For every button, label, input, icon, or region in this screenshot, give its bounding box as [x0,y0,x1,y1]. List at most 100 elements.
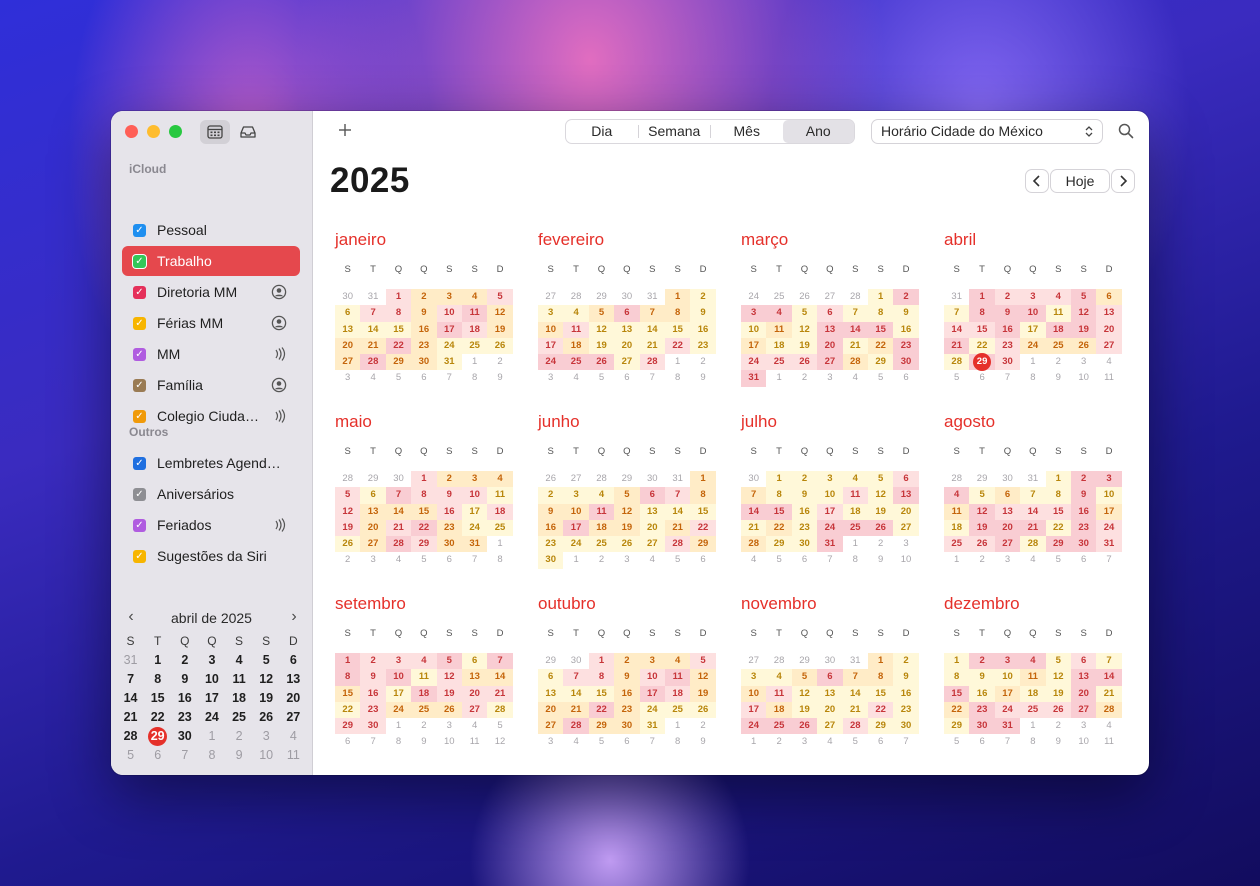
calendar-item[interactable]: ✓ Aniversários [122,479,300,509]
day-cell[interactable]: 8 [386,734,411,750]
day-cell[interactable]: 28 [741,536,767,553]
day-cell[interactable]: 23 [411,337,437,355]
day-cell[interactable]: 15 [690,503,716,520]
day-cell[interactable]: 10 [538,321,564,338]
day-cell[interactable]: 5 [665,552,690,568]
day-cell[interactable]: 31 [843,653,868,669]
day-cell[interactable]: 2 [969,552,994,568]
day-cell[interactable]: 30 [995,471,1020,487]
day-cell[interactable]: 13 [893,487,919,504]
month-title[interactable]: agosto [944,411,1129,433]
day-cell[interactable]: 9 [614,669,640,686]
day-cell[interactable]: 29 [385,354,412,371]
day-cell[interactable]: 16 [994,321,1021,338]
day-cell[interactable]: 10 [437,734,462,750]
day-cell[interactable]: 20 [1070,685,1097,702]
day-cell[interactable]: 30 [386,471,411,487]
day-cell[interactable]: 27 [893,519,919,537]
day-cell[interactable]: 2 [893,653,919,670]
day-cell[interactable]: 10 [385,669,412,686]
day-cell[interactable]: 3 [1071,718,1096,734]
day-cell[interactable]: 6 [335,305,361,322]
day-cell[interactable]: 6 [360,487,386,504]
mini-day[interactable]: 30 [171,727,198,746]
day-cell[interactable]: 21 [944,337,970,355]
zoom-button[interactable] [169,125,182,138]
day-cell[interactable]: 7 [893,734,918,750]
mini-day[interactable]: 7 [171,746,198,765]
day-cell[interactable]: 7 [640,370,665,386]
day-cell[interactable]: 10 [436,305,462,322]
day-cell[interactable]: 14 [842,685,868,702]
day-cell[interactable]: 20 [893,503,919,520]
day-cell[interactable]: 12 [791,321,818,338]
day-cell[interactable]: 9 [791,487,818,504]
day-cell[interactable]: 27 [335,354,361,371]
day-cell[interactable]: 4 [843,370,868,386]
day-cell[interactable]: 12 [436,669,462,686]
mini-day[interactable]: 5 [253,651,280,670]
day-cell[interactable]: 3 [538,305,564,322]
day-cell[interactable]: 1 [386,718,411,734]
day-cell[interactable]: 11 [1045,305,1071,322]
day-cell[interactable]: 30 [994,354,1021,371]
calendar-item[interactable]: ✓ Férias MM [122,308,300,338]
calendar-checkbox[interactable]: ✓ [133,254,146,268]
day-cell[interactable]: 28 [664,536,691,553]
day-cell[interactable]: 13 [360,503,386,520]
day-cell[interactable]: 6 [411,370,436,386]
day-cell[interactable]: 30 [563,653,588,669]
day-cell[interactable]: 4 [842,471,868,488]
day-cell[interactable]: 3 [1096,471,1122,488]
day-cell[interactable]: 7 [817,552,842,568]
day-cell[interactable]: 29 [867,354,894,371]
day-cell[interactable]: 15 [385,321,412,338]
calendar-checkbox[interactable]: ✓ [133,285,146,299]
day-cell[interactable]: 31 [1020,471,1045,487]
day-cell[interactable]: 1 [665,718,690,734]
day-cell[interactable]: 17 [639,685,665,702]
day-cell[interactable]: 4 [766,669,792,686]
day-cell[interactable]: 11 [1020,669,1046,686]
day-cell[interactable]: 10 [563,503,589,520]
day-cell[interactable]: 2 [335,552,360,568]
day-cell[interactable]: 7 [640,734,665,750]
day-cell[interactable]: 2 [1046,354,1071,370]
day-cell[interactable]: 10 [1096,487,1122,504]
day-cell[interactable]: 22 [411,519,437,537]
day-cell[interactable]: 14 [360,321,386,338]
day-cell[interactable]: 7 [995,734,1020,750]
day-cell[interactable]: 4 [741,552,766,568]
day-cell[interactable]: 5 [386,370,411,386]
day-cell[interactable]: 12 [487,734,512,750]
day-cell[interactable]: 12 [487,305,513,322]
mini-day[interactable]: 14 [117,689,144,708]
day-cell[interactable]: 22 [766,519,792,537]
day-cell[interactable]: 30 [893,718,919,735]
day-cell[interactable]: 26 [335,536,361,553]
day-cell[interactable]: 14 [639,321,665,338]
day-cell[interactable]: 7 [487,653,513,670]
day-cell[interactable]: 5 [335,487,361,504]
day-cell[interactable]: 24 [817,519,843,537]
day-cell[interactable]: 15 [664,321,691,338]
mini-day[interactable]: 8 [144,670,171,689]
day-cell[interactable]: 27 [1096,337,1122,355]
day-cell[interactable]: 11 [487,487,513,504]
mini-day[interactable]: 22 [144,708,171,727]
day-cell[interactable]: 8 [487,552,512,568]
day-cell[interactable]: 22 [867,701,894,719]
day-cell[interactable]: 26 [614,536,640,553]
day-cell[interactable]: 28 [843,289,868,305]
day-cell[interactable]: 4 [411,653,437,670]
day-cell[interactable]: 5 [791,669,818,686]
day-cell[interactable]: 1 [664,289,691,306]
day-cell[interactable]: 26 [867,519,894,537]
day-cell[interactable]: 3 [995,552,1020,568]
day-cell[interactable]: 3 [817,471,843,488]
day-cell[interactable]: 29 [944,718,970,735]
mini-day[interactable]: 9 [226,746,253,765]
day-cell[interactable]: 8 [969,305,995,322]
day-cell[interactable]: 15 [766,503,792,520]
day-cell[interactable]: 14 [385,503,412,520]
